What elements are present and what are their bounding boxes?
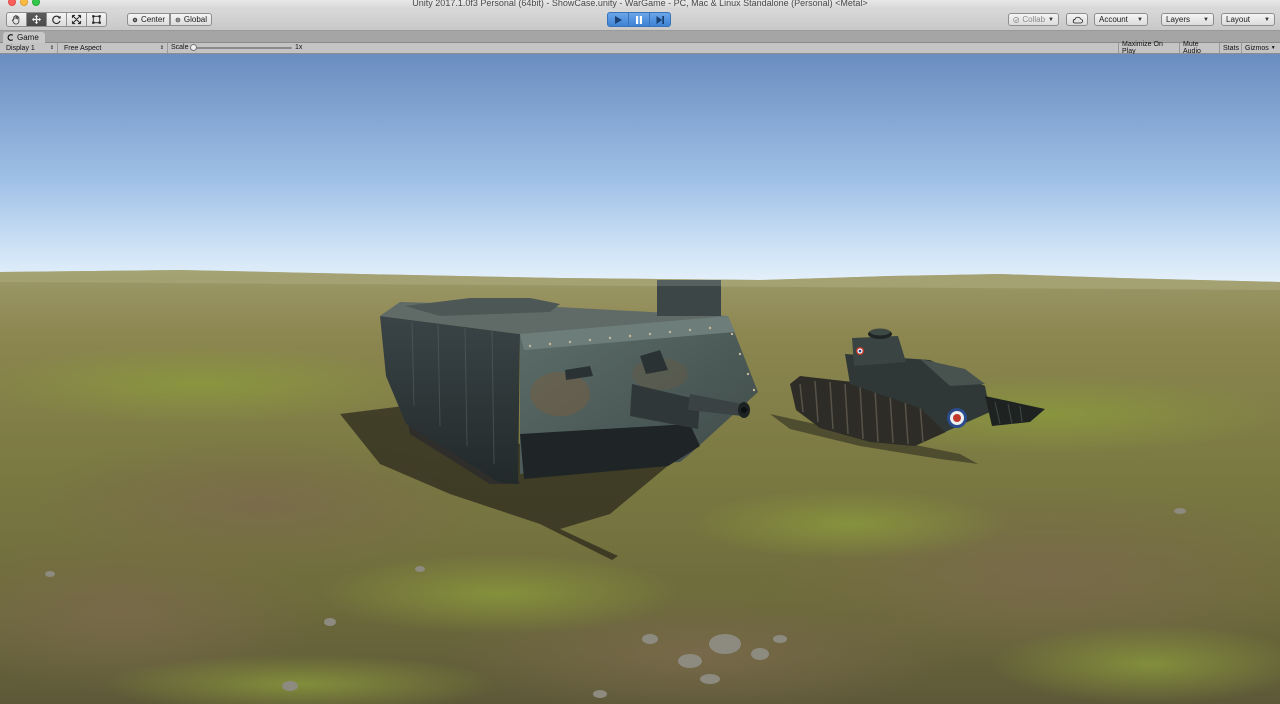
account-label: Account: [1099, 14, 1128, 24]
gizmos-caret-icon: ▼: [1270, 45, 1276, 51]
collab-label: Collab: [1022, 14, 1046, 24]
mute-audio-toggle[interactable]: Mute Audio: [1179, 41, 1219, 55]
account-caret-icon: ▼: [1137, 16, 1143, 23]
pivot-rotation-toggle[interactable]: Global: [170, 13, 212, 26]
move-tool-button[interactable]: [26, 12, 47, 27]
pivot-mode-label: Center: [140, 14, 165, 24]
hand-tool-button[interactable]: [6, 12, 27, 27]
scale-tool-button[interactable]: [66, 12, 87, 27]
step-icon: [656, 15, 664, 24]
display-dropdown[interactable]: Display 1 ⇕: [2, 43, 58, 53]
rect-tool-icon: [92, 15, 101, 24]
hand-tool-icon: [12, 15, 20, 25]
collab-check-icon: [1013, 16, 1020, 23]
play-icon: [615, 15, 622, 24]
layers-label: Layers: [1166, 14, 1191, 24]
gizmos-dropdown[interactable]: Gizmos ▼: [1241, 43, 1280, 53]
rect-tool-button[interactable]: [86, 12, 107, 27]
gizmos-label: Gizmos: [1245, 44, 1269, 52]
maximize-on-play-toggle[interactable]: Maximize On Play: [1118, 41, 1179, 55]
rotate-tool-button[interactable]: [46, 12, 67, 27]
aspect-label: Free Aspect: [64, 44, 102, 52]
collab-dropdown[interactable]: Collab ▼: [1008, 13, 1059, 26]
mute-audio-label: Mute Audio: [1183, 41, 1201, 55]
sky: [0, 54, 1280, 284]
window-title: Unity 2017.1.0f3 Personal (64bit) - Show…: [412, 0, 868, 8]
pause-icon: [636, 15, 642, 24]
game-viewport[interactable]: [0, 54, 1280, 704]
scale-tool-icon: [71, 14, 82, 25]
game-scene: [0, 54, 1280, 704]
display-caret-icon: ⇕: [49, 45, 54, 51]
tab-game[interactable]: Game: [3, 32, 45, 43]
play-button[interactable]: [607, 12, 629, 27]
scale-value: 1x: [295, 44, 303, 51]
aspect-caret-icon: ⇕: [159, 45, 164, 51]
step-button[interactable]: [649, 12, 671, 27]
game-view-icon: [7, 34, 14, 41]
pivot-mode-toggle[interactable]: Center: [127, 13, 170, 26]
main-toolbar: Center Global Collab ▼ Account ▼ Layers …: [0, 9, 1280, 31]
scale-slider-track[interactable]: [192, 47, 292, 49]
layers-dropdown[interactable]: Layers ▼: [1161, 13, 1214, 26]
stats-label: Stats: [1223, 44, 1239, 52]
editor-tab-bar: Game: [0, 31, 1280, 43]
layout-dropdown[interactable]: Layout ▼: [1221, 13, 1275, 26]
pause-button[interactable]: [628, 12, 650, 27]
scale-slider-handle[interactable]: [190, 44, 197, 51]
game-view-toolbar: Display 1 ⇕ Free Aspect ⇕ Scale 1x Maxim…: [0, 41, 1280, 55]
layout-caret-icon: ▼: [1264, 16, 1270, 23]
transform-tools: [6, 12, 107, 27]
stats-toggle[interactable]: Stats: [1219, 43, 1241, 53]
globe-icon: [175, 17, 181, 23]
tab-game-label: Game: [17, 33, 39, 42]
pivot-icon: [132, 17, 138, 22]
pivot-rotation-label: Global: [183, 14, 207, 24]
display-label: Display 1: [6, 44, 35, 52]
cloud-icon: [1072, 16, 1083, 23]
rotate-tool-icon: [52, 15, 61, 25]
collab-caret-icon: ▼: [1048, 16, 1054, 23]
move-tool-icon: [31, 14, 42, 25]
aspect-dropdown[interactable]: Free Aspect ⇕: [60, 43, 168, 53]
account-dropdown[interactable]: Account ▼: [1094, 13, 1148, 26]
layout-label: Layout: [1226, 14, 1251, 24]
scale-label: Scale: [171, 44, 189, 51]
cloud-button[interactable]: [1066, 13, 1088, 26]
maximize-on-play-label: Maximize On Play: [1122, 41, 1163, 55]
layers-caret-icon: ▼: [1203, 16, 1209, 23]
window-title-bar: Unity 2017.1.0f3 Personal (64bit) - Show…: [0, 0, 1280, 9]
play-controls: [607, 12, 671, 27]
